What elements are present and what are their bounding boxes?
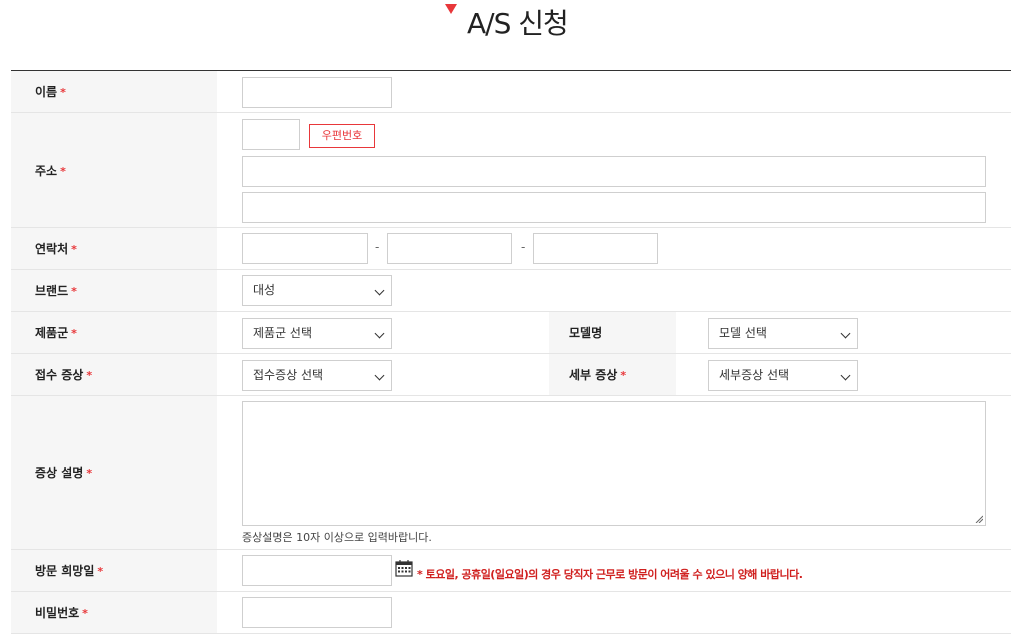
phone-separator: - xyxy=(375,240,380,254)
required-mark: * xyxy=(60,86,66,99)
required-mark: * xyxy=(86,369,93,382)
chevron-down-icon xyxy=(374,285,385,296)
chevron-down-icon xyxy=(374,328,385,339)
label-contact: 연락처 * xyxy=(11,228,217,269)
as-request-form: 이름 * 주소 * 우편번호 연락처 * - - 브랜드 * 대성 제품군 * … xyxy=(11,70,1011,634)
required-mark: * xyxy=(60,164,66,178)
page-title: A/S 신청 xyxy=(467,7,569,40)
brand-select[interactable]: 대성 xyxy=(242,275,392,306)
label-model: 모델명 xyxy=(549,312,676,353)
required-mark: * xyxy=(71,327,77,340)
password-input[interactable] xyxy=(242,597,392,628)
phone-part3-input[interactable] xyxy=(533,233,658,264)
row-symptom-description: 증상 설명 * 증상설명은 10자 이상으로 입력바랍니다. xyxy=(11,396,1011,550)
row-symptom: 접수 증상 * 접수증상 선택 세부 증상 * 세부증상 선택 xyxy=(11,354,1011,396)
phone-part2-input[interactable] xyxy=(387,233,512,264)
triangle-marker-icon xyxy=(445,4,457,14)
required-mark: * xyxy=(620,369,627,382)
zipcode-button[interactable]: 우편번호 xyxy=(309,124,375,148)
chevron-down-icon xyxy=(374,370,385,381)
page-header: A/S 신청 xyxy=(0,0,1013,70)
label-name: 이름 * xyxy=(11,71,217,112)
visit-warning: * 토요일, 공휴일(일요일)의 경우 당직자 근무로 방문이 어려울 수 있으… xyxy=(417,568,803,581)
label-password: 비밀번호 * xyxy=(11,592,217,633)
label-symptom: 접수 증상 * xyxy=(11,354,217,395)
resize-handle-icon[interactable] xyxy=(975,515,983,523)
zipcode-input[interactable] xyxy=(242,119,300,150)
symptom-select[interactable]: 접수증상 선택 xyxy=(242,360,392,391)
label-product-group: 제품군 * xyxy=(11,312,217,353)
required-mark: * xyxy=(71,285,77,298)
label-brand: 브랜드 * xyxy=(11,270,217,311)
phone-separator: - xyxy=(521,240,526,254)
row-visit-date: 방문 희망일 * * 토요일, 공휴일(일요일)의 경우 당직자 근무로 방문이 … xyxy=(11,550,1011,592)
label-visit-date: 방문 희망일 * xyxy=(11,550,217,591)
visit-date-input[interactable] xyxy=(242,555,392,586)
row-product: 제품군 * 제품군 선택 모델명 모델 선택 xyxy=(11,312,1011,354)
required-mark: * xyxy=(71,243,77,256)
calendar-icon[interactable] xyxy=(395,559,413,577)
symptom-hint: 증상설명은 10자 이상으로 입력바랍니다. xyxy=(242,531,432,544)
label-address: 주소 * xyxy=(11,113,217,227)
chevron-down-icon xyxy=(840,370,851,381)
row-name: 이름 * xyxy=(11,71,1011,113)
label-symptom-description: 증상 설명 * xyxy=(11,396,217,549)
row-password: 비밀번호 * xyxy=(11,592,1011,634)
chevron-down-icon xyxy=(840,328,851,339)
phone-part1-input[interactable] xyxy=(242,233,368,264)
required-mark: * xyxy=(86,467,93,480)
required-mark: * xyxy=(82,607,88,620)
row-address: 주소 * 우편번호 xyxy=(11,113,1011,228)
name-input[interactable] xyxy=(242,77,392,108)
product-group-select[interactable]: 제품군 선택 xyxy=(242,318,392,349)
row-brand: 브랜드 * 대성 xyxy=(11,270,1011,312)
row-contact: 연락처 * - - xyxy=(11,228,1011,270)
address-input[interactable] xyxy=(242,156,986,187)
label-detail-symptom: 세부 증상 * xyxy=(549,354,676,395)
required-mark: * xyxy=(97,565,104,578)
model-select[interactable]: 모델 선택 xyxy=(708,318,858,349)
address-detail-input[interactable] xyxy=(242,192,986,223)
detail-symptom-select[interactable]: 세부증상 선택 xyxy=(708,360,858,391)
symptom-description-textarea[interactable] xyxy=(242,401,986,526)
